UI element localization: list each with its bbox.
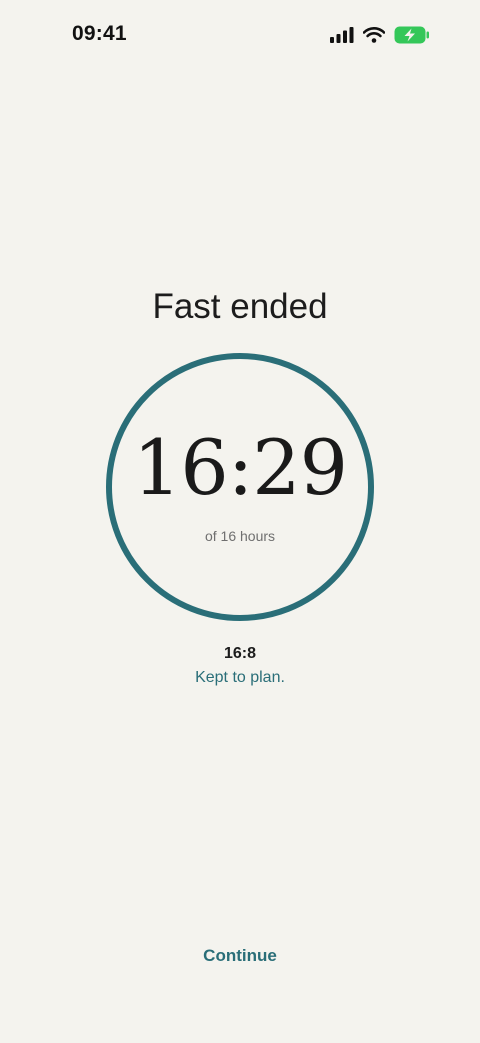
status-icons <box>330 26 430 49</box>
plan-status: Kept to plan. <box>195 669 285 686</box>
fasting-timer: 16:29 of 16 hours <box>105 352 375 622</box>
status-bar: 09:41 <box>0 0 480 70</box>
page-title: Fast ended <box>152 287 328 326</box>
cellular-signal-icon <box>330 27 354 48</box>
status-time: 09:41 <box>72 22 127 45</box>
elapsed-time: 16:29 <box>132 423 348 512</box>
plan-name: 16:8 <box>223 645 257 662</box>
wifi-icon <box>362 27 386 48</box>
battery-charging-icon <box>394 26 430 49</box>
goal-text: of 16 hours <box>204 528 276 544</box>
continue-button[interactable]: Continue <box>140 938 340 974</box>
